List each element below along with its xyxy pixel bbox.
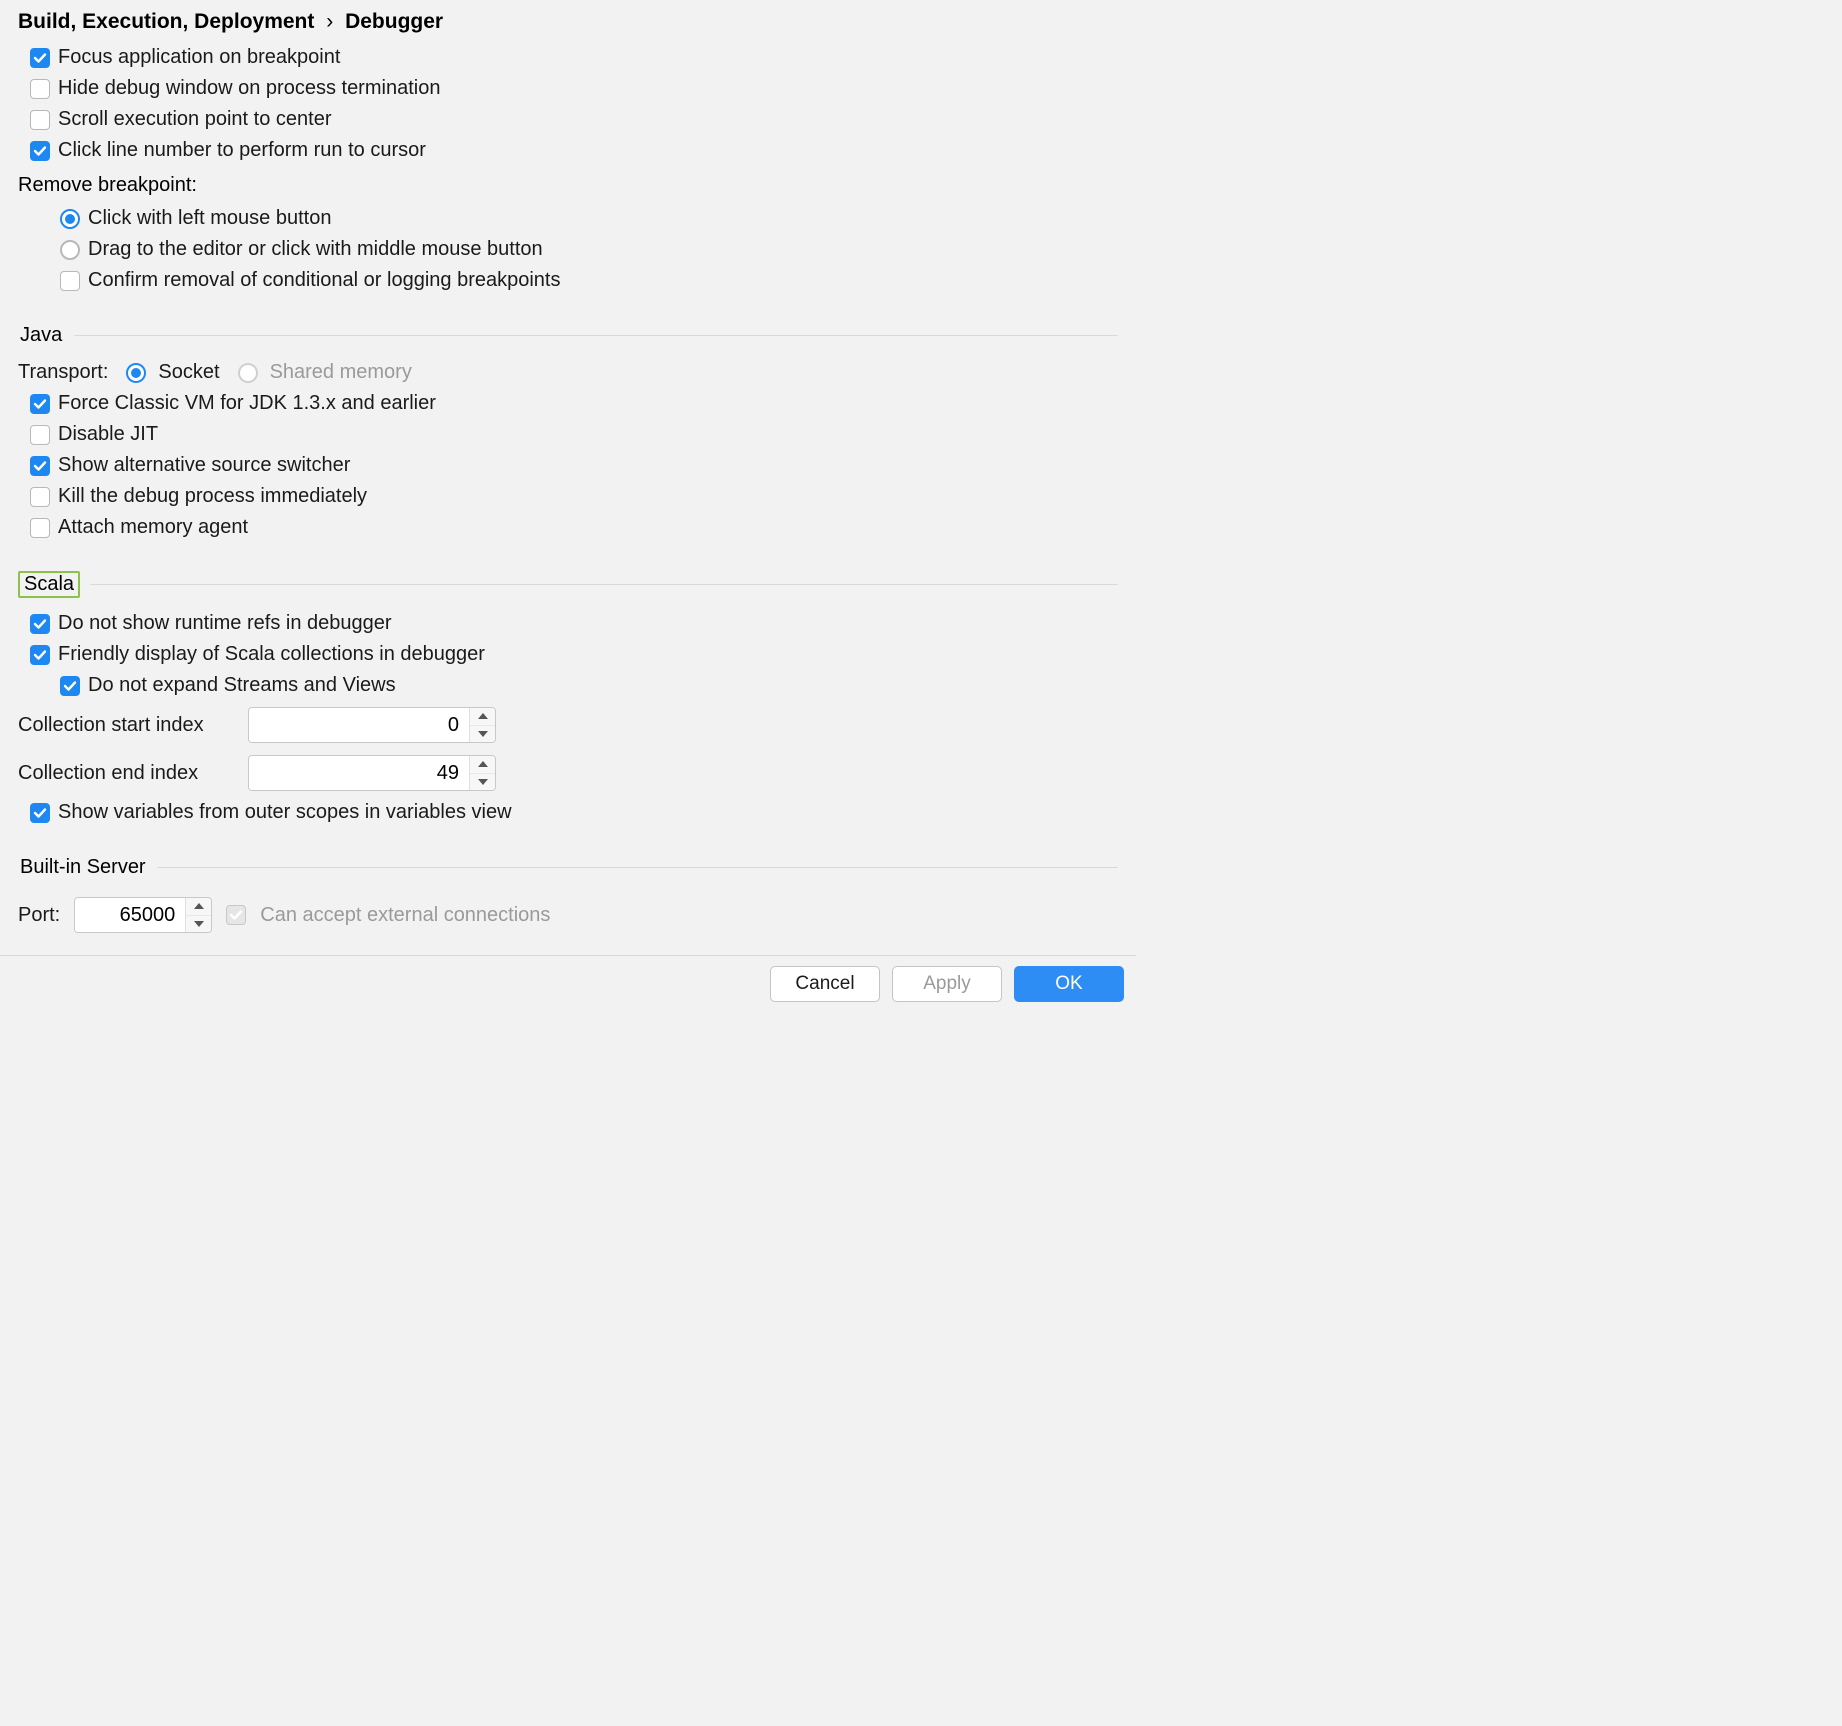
transport-socket-label: Socket [158,361,219,384]
collection-start-spinner[interactable] [248,707,496,743]
friendly-display-label: Friendly display of Scala collections in… [58,643,485,666]
disable-jit-label: Disable JIT [58,423,158,446]
focus-application-checkbox[interactable] [30,48,50,68]
attach-memory-agent-checkbox[interactable] [30,518,50,538]
port-down-icon[interactable] [186,916,211,933]
java-section-header: Java [18,324,1118,347]
transport-socket-radio[interactable] [126,363,146,383]
no-expand-streams-checkbox[interactable] [60,676,80,696]
remove-bp-drag-radio[interactable] [60,240,80,260]
java-section-title: Java [18,324,64,347]
confirm-removal-checkbox[interactable] [60,271,80,291]
cancel-button[interactable]: Cancel [770,966,880,1002]
confirm-removal-label: Confirm removal of conditional or loggin… [88,269,560,292]
button-bar: Cancel Apply OK [0,955,1136,1012]
remove-bp-click-left-radio[interactable] [60,209,80,229]
ok-button[interactable]: OK [1014,966,1124,1002]
accept-external-label: Can accept external connections [260,904,550,927]
collection-start-up-icon[interactable] [470,708,495,726]
click-line-number-checkbox[interactable] [30,141,50,161]
focus-application-label: Focus application on breakpoint [58,46,340,69]
kill-debug-process-label: Kill the debug process immediately [58,485,367,508]
scala-section-header: Scala [18,571,1118,598]
remove-breakpoint-label: Remove breakpoint: [18,166,1118,203]
friendly-display-checkbox[interactable] [30,645,50,665]
force-classic-vm-label: Force Classic VM for JDK 1.3.x and earli… [58,392,436,415]
port-label: Port: [18,904,60,927]
collection-end-input[interactable] [249,756,469,790]
collection-end-up-icon[interactable] [470,756,495,774]
remove-bp-drag-label: Drag to the editor or click with middle … [88,238,543,261]
alt-source-switcher-label: Show alternative source switcher [58,454,350,477]
alt-source-switcher-checkbox[interactable] [30,456,50,476]
transport-shared-memory-radio [238,363,258,383]
runtime-refs-checkbox[interactable] [30,614,50,634]
builtin-server-section-header: Built-in Server [18,856,1118,879]
kill-debug-process-checkbox[interactable] [30,487,50,507]
transport-label: Transport: [18,361,108,384]
breadcrumb-part2: Debugger [345,10,443,33]
breadcrumb-separator: › [320,10,339,33]
breadcrumb-part1[interactable]: Build, Execution, Deployment [18,10,314,33]
collection-end-down-icon[interactable] [470,774,495,791]
divider [74,335,1118,336]
apply-button[interactable]: Apply [892,966,1002,1002]
divider [158,867,1118,868]
breadcrumb: Build, Execution, Deployment › Debugger [18,10,1118,42]
attach-memory-agent-label: Attach memory agent [58,516,248,539]
divider [90,584,1118,585]
scala-section-title: Scala [18,571,80,598]
hide-debug-window-checkbox[interactable] [30,79,50,99]
click-line-number-label: Click line number to perform run to curs… [58,139,426,162]
no-expand-streams-label: Do not expand Streams and Views [88,674,396,697]
port-up-icon[interactable] [186,898,211,916]
collection-start-input[interactable] [249,708,469,742]
builtin-server-section-title: Built-in Server [18,856,148,879]
outer-scopes-checkbox[interactable] [30,803,50,823]
outer-scopes-label: Show variables from outer scopes in vari… [58,801,512,824]
collection-end-label: Collection end index [18,762,248,785]
hide-debug-window-label: Hide debug window on process termination [58,77,440,100]
port-input[interactable] [75,898,185,932]
accept-external-checkbox [226,905,246,925]
scroll-execution-label: Scroll execution point to center [58,108,332,131]
scroll-execution-checkbox[interactable] [30,110,50,130]
remove-bp-click-left-label: Click with left mouse button [88,207,331,230]
force-classic-vm-checkbox[interactable] [30,394,50,414]
collection-start-down-icon[interactable] [470,726,495,743]
collection-end-spinner[interactable] [248,755,496,791]
runtime-refs-label: Do not show runtime refs in debugger [58,612,392,635]
port-spinner[interactable] [74,897,212,933]
transport-shared-memory-label: Shared memory [270,361,412,384]
collection-start-label: Collection start index [18,714,248,737]
disable-jit-checkbox[interactable] [30,425,50,445]
